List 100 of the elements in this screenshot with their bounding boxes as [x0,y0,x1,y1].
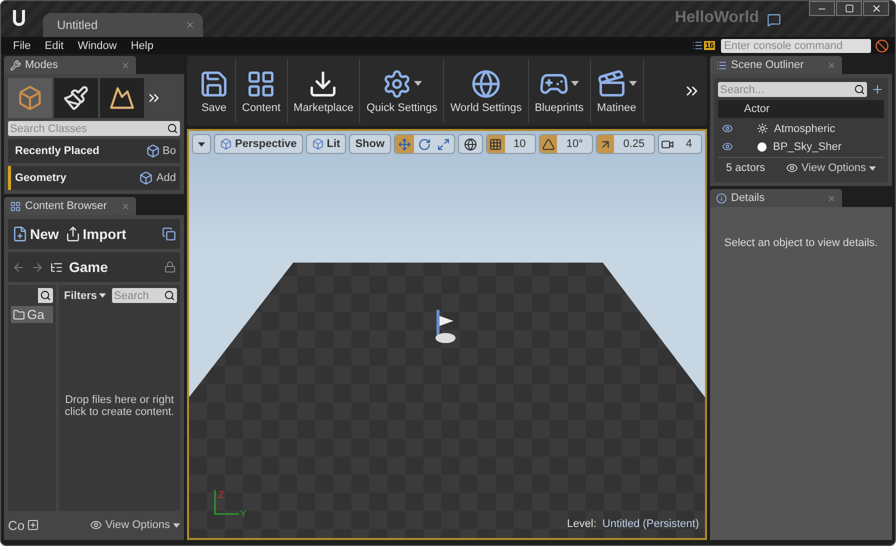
menu-item[interactable]: File [7,40,39,52]
add-icon [26,519,39,531]
eye-icon [786,162,798,174]
eye-icon[interactable] [722,141,733,152]
path-breadcrumb[interactable]: Game [69,259,108,275]
list-icon [692,40,704,51]
close-icon[interactable] [827,60,836,70]
chat-bubble-icon[interactable] [767,13,781,27]
level-name: Untitled (Persistent) [602,518,699,530]
folder-icon [13,308,25,320]
list-icon [716,60,727,70]
snap-value[interactable]: 10 [504,135,535,153]
viewport-menu-button[interactable] [192,134,211,154]
eye-icon [90,519,102,531]
search-icon [162,288,177,303]
caret-icon [173,522,180,528]
close-icon[interactable] [827,194,836,202]
new-file-icon [12,226,28,242]
menu-item[interactable]: Help [124,40,162,52]
toolbar-button[interactable]: Quick Settings [360,59,444,123]
save-all-icon[interactable] [162,227,176,241]
search-field[interactable]: Search Classes [8,121,165,136]
import-button[interactable]: Import [64,226,126,242]
snap-value[interactable]: 4 [676,135,701,153]
search-field[interactable]: Search... [718,82,852,97]
close-icon[interactable] [185,20,195,30]
mode-tab[interactable] [100,78,144,118]
outliner-row[interactable]: Atmospheric [718,121,884,136]
toolbar-button[interactable]: Matinee [590,59,644,123]
details-message: Select an object to view details. [723,237,879,249]
cube-icon [312,138,324,150]
forward-icon[interactable] [31,260,44,274]
toolbar-button[interactable]: Marketplace [288,59,360,123]
level-label: Level: [567,518,596,530]
lock-icon[interactable] [164,261,176,273]
world-space-button[interactable] [458,134,483,154]
transform-tool[interactable] [394,135,414,153]
show-button[interactable]: Show [349,134,391,154]
snap-toggle[interactable] [486,135,505,153]
console-field[interactable]: Enter console command [721,38,871,52]
view-options-button[interactable]: View Options [786,162,876,174]
category-tab[interactable]: Geometry Add [8,166,180,190]
axis-gizmo-drawing: Z Y [211,488,251,518]
search-field[interactable]: Search [112,288,162,303]
panel-tab[interactable]: Details [710,189,842,207]
globe-icon [471,68,502,98]
panel-tab[interactable]: Modes [4,56,136,74]
viewport[interactable]: Perspective Lit Show 10 10° 0.25 4 Z Y Level: Untitled (Persistent) [187,129,707,540]
category-tab[interactable]: Recently Placed Bo [8,139,180,163]
snap-value[interactable]: 10° [557,135,592,153]
grid-icon [246,68,276,98]
cube-icon [17,85,43,111]
menu-item[interactable]: Window [72,40,125,52]
download-icon [308,68,338,98]
snap-toggle[interactable] [596,135,614,153]
toolbar-button[interactable]: Content [236,59,288,123]
close-button[interactable] [863,1,889,16]
toolbar-button[interactable]: World Settings [444,59,529,123]
eye-icon[interactable] [722,123,733,134]
player-start-icon [435,310,456,344]
maximize-button[interactable] [836,1,862,16]
list-icon[interactable] [50,260,63,274]
snap-value[interactable]: 0.25 [614,135,654,153]
project-name: HelloWorld [674,9,759,27]
wrench-icon [10,60,21,70]
close-icon[interactable] [121,60,130,70]
column-header[interactable]: Actor [718,100,884,118]
caret-icon [198,142,205,146]
filters-button[interactable]: Filters [62,290,108,302]
actor-count: 5 actors [726,162,766,174]
mountain-icon [109,85,135,111]
back-icon[interactable] [12,260,25,274]
menu-item[interactable]: Edit [38,40,72,52]
collections-toggle[interactable]: Co [8,518,56,532]
toolbar-button[interactable]: Save [193,59,236,123]
lighting-button[interactable]: Lit [306,134,346,154]
triangle-icon [542,138,556,150]
folder-item[interactable]: Ga [11,306,53,323]
view-options-button[interactable]: View Options [90,519,180,531]
notification-badge[interactable]: 16 [692,40,715,51]
mode-tab[interactable] [54,78,98,118]
add-icon[interactable] [871,83,884,96]
close-icon[interactable] [121,202,130,210]
search-icon [852,82,867,97]
snap-toggle[interactable] [540,135,558,153]
globe-icon [464,138,477,150]
stop-icon[interactable] [875,38,889,52]
toolbar-button[interactable]: Blueprints [528,59,591,123]
document-tab[interactable]: Untitled [43,13,203,37]
info-icon [716,192,727,204]
empty-message: Drop files here or right click to create content. [64,394,176,418]
view-mode-button[interactable]: Perspective [214,134,303,154]
grid-icon [489,138,502,150]
outliner-row[interactable]: BP_Sky_Sher [718,139,884,154]
panel-tab[interactable]: Content Browser [4,197,136,215]
cube-icon [139,171,154,185]
panel-tab[interactable]: Scene Outliner [710,56,842,74]
search-icon [38,288,53,303]
grid-icon [10,200,21,212]
new-button[interactable]: New [12,226,59,242]
